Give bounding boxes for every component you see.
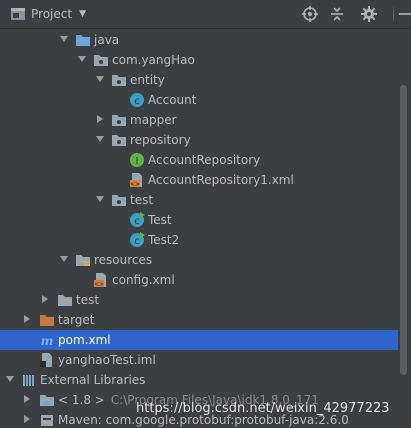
collapse-arrow-icon[interactable] (97, 115, 103, 123)
svg-text:I: I (136, 156, 139, 167)
tree-row-test2-class[interactable]: c Test2 (0, 230, 398, 250)
svg-text:c: c (134, 236, 140, 247)
svg-text:<>: <> (130, 181, 140, 188)
tree-label: test (130, 193, 154, 207)
tree-label: Test (148, 213, 172, 227)
package-icon (112, 75, 126, 86)
settings-gear-icon[interactable] (361, 6, 377, 22)
tree-row-pom-xml[interactable]: m pom.xml (0, 330, 398, 350)
view-title: Project (31, 7, 73, 21)
collapse-arrow-icon[interactable] (24, 395, 30, 403)
tree-row-com-yanghao[interactable]: com.yangHao (0, 50, 398, 70)
java-test-class-icon: c (130, 212, 145, 227)
svg-text:c: c (134, 96, 140, 107)
expand-arrow-icon[interactable] (96, 136, 104, 142)
tree-row-config-xml[interactable]: <> config.xml (0, 270, 398, 290)
package-icon (94, 55, 108, 66)
maven-pom-icon: m (41, 334, 54, 348)
tree-row-external-libraries[interactable]: External Libraries (0, 370, 398, 390)
tree-row-yanghaotest-iml[interactable]: yanghaoTest.iml (0, 350, 398, 370)
tree-row-account-repository[interactable]: I AccountRepository (0, 150, 398, 170)
folder-blue-icon (76, 35, 90, 46)
expand-arrow-icon[interactable] (96, 196, 104, 202)
tree-row-account[interactable]: c Account (0, 90, 398, 110)
project-tool-window-header: Project ▼ (0, 0, 411, 29)
resources-folder-icon (76, 255, 90, 266)
folder-orange-icon (40, 315, 54, 326)
java-interface-icon: I (130, 153, 144, 167)
tree-row-test-folder[interactable]: test (0, 290, 398, 310)
folder-icon (58, 295, 72, 306)
header-separator (393, 7, 394, 21)
svg-text:<>: <> (94, 281, 104, 288)
tree-row-mapper[interactable]: mapper (0, 110, 398, 130)
tree-row-java[interactable]: java (0, 30, 398, 50)
java-test-class-icon: c (130, 232, 145, 247)
expand-arrow-icon[interactable] (96, 76, 104, 82)
tree-label: com.yangHao (112, 53, 195, 67)
watermark-url: https://blog.csdn.net/weixin_42977223 (136, 401, 390, 416)
tree-label: java (94, 33, 120, 47)
expand-arrow-icon[interactable] (6, 376, 14, 382)
tree-label: entity (130, 73, 165, 87)
expand-arrow-icon[interactable] (60, 36, 68, 42)
hide-panel-icon[interactable] (397, 6, 411, 22)
xml-file-icon: <> (94, 273, 106, 288)
jdk-icon (40, 395, 54, 406)
tree-label: yanghaoTest.iml (58, 353, 156, 367)
svg-text:m: m (41, 334, 54, 348)
tree-label: repository (130, 133, 191, 147)
tree-label: Account (148, 93, 197, 107)
tree-label: External Libraries (40, 373, 146, 387)
tree-row-repository[interactable]: repository (0, 130, 398, 150)
tree-row-test-class[interactable]: c Test (0, 210, 398, 230)
tree-row-test-package[interactable]: test (0, 190, 398, 210)
collapse-arrow-icon[interactable] (42, 295, 48, 303)
tree-row-account-repository1-xml[interactable]: <> AccountRepository1.xml (0, 170, 398, 190)
svg-text:c: c (134, 216, 140, 227)
scrollbar-thumb[interactable] (400, 85, 407, 375)
package-icon (112, 115, 126, 126)
java-class-icon: c (130, 93, 144, 107)
tree-label: mapper (130, 113, 177, 127)
libraries-icon (23, 375, 34, 386)
expand-arrow-icon[interactable] (60, 256, 68, 262)
collapse-arrow-icon[interactable] (24, 315, 30, 323)
tree-label: AccountRepository (148, 153, 261, 167)
tree-label: resources (94, 253, 153, 267)
tree-row-target[interactable]: target (0, 310, 398, 330)
tree-label: AccountRepository1.xml (148, 173, 294, 187)
tree-row-entity[interactable]: entity (0, 70, 398, 90)
project-tree[interactable]: java com.yangHao entity c Account mapper (0, 29, 398, 428)
tree-row-resources[interactable]: resources (0, 250, 398, 270)
package-icon (112, 135, 126, 146)
xml-file-icon: <> (130, 173, 142, 188)
tree-label: target (58, 313, 95, 327)
collapse-arrow-icon[interactable] (24, 415, 30, 423)
tree-label: Test2 (148, 233, 180, 247)
jdk-version: < 1.8 > (58, 393, 105, 407)
tree-label: test (76, 293, 100, 307)
project-view-selector[interactable]: Project ▼ (10, 6, 86, 22)
caret-down-icon[interactable]: ▼ (79, 9, 86, 19)
collapse-all-icon[interactable] (329, 6, 345, 22)
library-jar-icon (41, 415, 53, 426)
project-icon (11, 8, 25, 20)
tree-label: pom.xml (58, 333, 111, 347)
package-icon (112, 195, 126, 206)
iml-file-icon (40, 353, 52, 367)
expand-arrow-icon[interactable] (78, 56, 86, 62)
locate-icon[interactable] (302, 6, 318, 22)
tree-label: config.xml (112, 273, 175, 287)
